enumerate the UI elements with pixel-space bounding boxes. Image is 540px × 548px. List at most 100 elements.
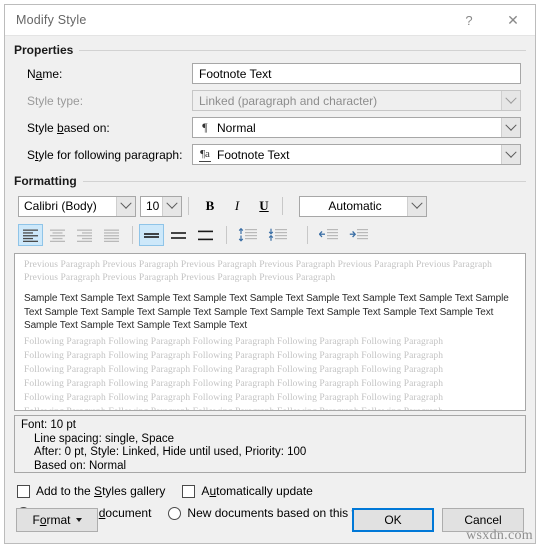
style-following-row: Style for following paragraph: ¶a Footno… [14,144,526,165]
font-size-value: 10 [146,199,160,213]
align-justify-button[interactable] [99,224,124,246]
decrease-space-after-button[interactable] [263,224,291,246]
title-bar: Modify Style ? ✕ [5,5,535,36]
preview-following-paragraph: Following Paragraph Following Paragraph … [24,405,516,411]
style-type-label: Style type: [27,93,84,108]
style-following-label: Style for following paragraph: [27,147,183,162]
properties-legend-text: Properties [14,43,74,57]
paragraph-mark-icon: ¶ [202,120,208,134]
caret-down-icon [75,518,82,522]
line-spacing-single-button[interactable] [139,224,164,246]
preview-following-paragraphs: Following Paragraph Following Paragraph … [24,335,516,411]
decrease-space-after-icon [268,228,287,241]
preview-following-paragraph: Following Paragraph Following Paragraph … [24,336,444,347]
align-justify-icon [104,229,119,242]
line-spacing-single-icon [144,232,159,238]
font-toolbar: Calibri (Body) 10 B I U Automatic [14,194,526,218]
style-type-row: Style type: Linked (paragraph and charac… [14,90,526,111]
font-family-dropdown[interactable]: Calibri (Body) [18,195,136,217]
toolbar-separator [307,226,308,244]
preview-previous-paragraph: Previous Paragraph Previous Paragraph Pr… [24,260,492,283]
chevron-down-icon[interactable] [116,196,135,216]
description-line-4: Based on: Normal [34,459,127,472]
style-based-on-dropdown[interactable]: ¶ Normal [192,117,521,138]
align-center-button[interactable] [45,224,70,246]
watermark: wsxdn.com [466,528,533,543]
style-name-input[interactable]: Footnote Text [192,63,521,84]
formatting-legend: Formatting [14,174,526,188]
name-label: Name: [27,66,63,81]
help-button[interactable]: ? [447,5,491,35]
preview-following-paragraph: Following Paragraph Following Paragraph … [24,364,444,375]
toolbar-separator [282,197,283,215]
format-button-label: Format [32,513,71,527]
close-icon[interactable]: ✕ [491,5,535,35]
formatting-legend-text: Formatting [14,174,77,188]
group-divider [79,49,526,51]
style-description: Font: 10 pt Line spacing: single, Space … [14,415,526,473]
increase-space-before-icon [238,228,257,242]
line-spacing-1-5-button[interactable] [166,224,191,246]
name-row: Name: Footnote Text [14,63,526,84]
font-color-dropdown[interactable]: Automatic [299,195,427,217]
chevron-down-icon[interactable] [162,196,181,216]
modify-style-dialog: Modify Style ? ✕ Properties Name: Footno… [4,4,536,544]
description-line-3: After: 0 pt, Style: Linked, Hide until u… [34,446,307,458]
checkbox-row: Add to the Styles gallery Automatically … [14,481,526,501]
increase-indent-button[interactable] [344,224,372,246]
line-spacing-double-icon [198,230,213,240]
increase-space-before-button[interactable] [233,224,261,246]
line-spacing-1-5-icon [171,231,186,239]
chevron-down-icon[interactable] [501,118,520,137]
add-to-styles-gallery-label: Add to the Styles gallery [36,484,166,498]
decrease-indent-button[interactable] [314,224,342,246]
description-line-1: Font: 10 pt [21,419,76,431]
dialog-footer: Format OK Cancel [5,504,535,536]
decrease-indent-icon [318,229,338,240]
chevron-down-icon [501,91,520,110]
toolbar-separator [188,197,189,215]
format-button[interactable]: Format [16,508,98,532]
automatically-update-checkbox[interactable]: Automatically update [179,484,313,498]
properties-legend: Properties [14,43,526,57]
increase-indent-icon [349,229,368,240]
linked-style-icon: ¶a [199,147,211,162]
style-based-on-label: Style based on: [27,120,110,135]
preview-following-paragraph: Following Paragraph Following Paragraph … [24,378,444,389]
properties-group: Properties Name: Footnote Text Style typ… [14,43,526,165]
checkbox-icon[interactable] [17,484,30,498]
chevron-down-icon[interactable] [407,196,426,216]
italic-button[interactable]: I [225,195,249,217]
font-family-value: Calibri (Body) [24,199,97,213]
style-type-dropdown: Linked (paragraph and character) [192,90,521,111]
preview-following-paragraph: Following Paragraph Following Paragraph … [24,350,444,361]
bold-button[interactable]: B [198,195,222,217]
align-left-button[interactable] [18,224,43,246]
underline-button[interactable]: U [252,195,276,217]
style-type-value: Linked (paragraph and character) [199,93,378,108]
formatting-group: Formatting Calibri (Body) 10 B I U Autom… [14,174,526,247]
font-size-dropdown[interactable]: 10 [140,195,182,217]
description-line-2: Line spacing: single, Space [34,432,175,445]
style-based-on-value: Normal [217,120,256,135]
toolbar-separator [226,226,227,244]
align-left-icon [23,229,38,242]
preview-following-paragraph: Following Paragraph Following Paragraph … [24,392,444,403]
ok-button[interactable]: OK [352,508,434,532]
group-divider [82,180,526,182]
align-right-button[interactable] [72,224,97,246]
checkbox-icon[interactable] [182,484,196,498]
toolbar-separator [132,226,133,244]
style-following-dropdown[interactable]: ¶a Footnote Text [192,144,521,165]
style-name-value: Footnote Text [199,66,272,81]
style-preview: Previous Paragraph Previous Paragraph Pr… [14,253,526,411]
preview-sample-text: Sample Text Sample Text Sample Text Samp… [24,293,509,331]
automatically-update-label: Automatically update [201,484,313,498]
chevron-down-icon[interactable] [501,145,520,164]
add-to-styles-gallery-checkbox[interactable]: Add to the Styles gallery [14,484,165,498]
paragraph-toolbar [14,223,526,247]
align-center-icon [50,229,65,242]
style-based-on-row: Style based on: ¶ Normal [14,117,526,138]
style-following-value: Footnote Text [217,147,290,162]
line-spacing-double-button[interactable] [193,224,218,246]
